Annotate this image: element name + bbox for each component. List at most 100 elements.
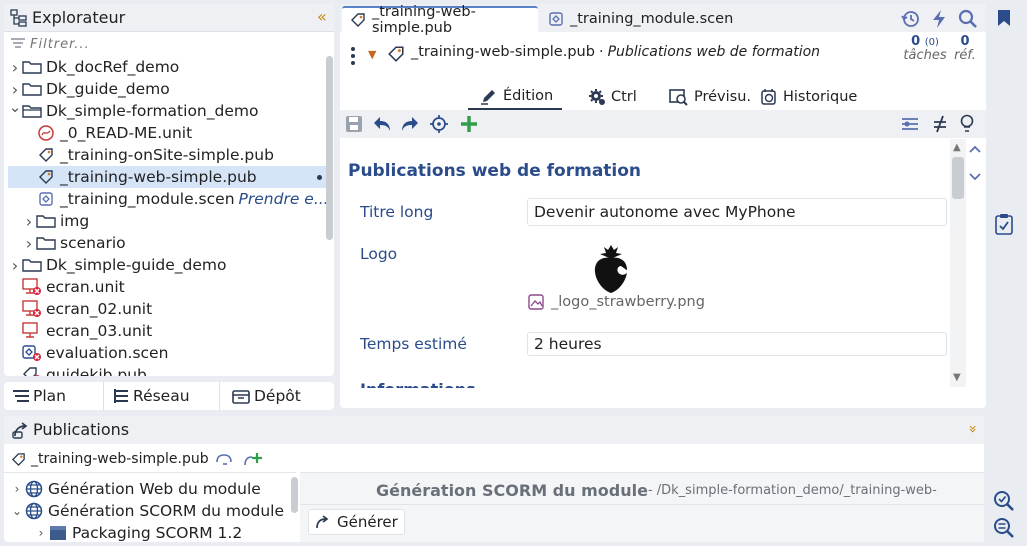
titre-long-input[interactable]: Devenir autonome avec MyPhone (527, 198, 947, 226)
editor-tab-training-web-simple[interactable]: _training-web-simple.pub (342, 4, 538, 36)
tab-plan[interactable]: Plan (4, 382, 104, 410)
explorer-item[interactable]: _training-web-simple.pub (8, 166, 326, 188)
structure-icon[interactable] (901, 116, 919, 132)
unlink-icon[interactable] (215, 452, 233, 466)
explorer-item[interactable]: evaluation.scen (8, 342, 168, 364)
tab-ctrl[interactable]: Ctrl (588, 84, 637, 110)
screen-error-icon (22, 278, 42, 296)
tab-reseau[interactable]: Réseau (104, 382, 220, 410)
expand-caret-icon[interactable]: ▼ (368, 48, 376, 61)
readme-unit-icon (36, 124, 56, 142)
scroll-down-arrow-icon[interactable]: ▼ (953, 372, 961, 383)
explorer-item[interactable]: guidekib.pub (8, 364, 147, 376)
pub-tree-item-packaging[interactable]: › Packaging SCORM 1.2 (34, 522, 243, 544)
add-icon[interactable] (460, 115, 478, 133)
explorer-tree: › Dk_docRef_demo › Dk_guide_demo ⌄ Dk_simple-… (4, 4, 326, 376)
temps-estime-input[interactable]: 2 heures (527, 332, 947, 356)
tab-previsu[interactable]: Prévisu. (668, 84, 751, 110)
undo-icon[interactable] (372, 115, 392, 133)
pub-tree-item-web[interactable]: › Génération Web du module (10, 478, 261, 500)
generate-button[interactable]: Générer (308, 509, 405, 535)
pub-tree-item-scorm[interactable]: ⌄ Génération SCORM du module (10, 500, 284, 522)
editor-tab-label: _training-web-simple.pub (372, 4, 476, 36)
explorer-item[interactable]: _0_READ-ME.unit (8, 122, 192, 144)
expand-chevron-icon[interactable]: › (8, 256, 22, 275)
save-icon[interactable] (345, 115, 363, 133)
tasks-counter[interactable]: 0 (0) tâches (903, 34, 947, 63)
explorer-item-label: _0_READ-ME.unit (60, 124, 193, 142)
editor-scroll-thumb[interactable] (952, 157, 964, 199)
search-icon[interactable] (958, 9, 978, 29)
target-icon[interactable] (430, 115, 448, 133)
explorer-item[interactable]: › img (8, 210, 89, 232)
redo-icon[interactable] (400, 115, 420, 133)
explorer-scrollbar[interactable] (326, 56, 333, 240)
field-label-temps-estime: Temps estimé (360, 335, 467, 353)
expand-chevron-icon[interactable]: › (34, 526, 48, 540)
explorer-item-label: _training-web-simple.pub (60, 168, 257, 186)
tab-edition[interactable]: Édition (468, 84, 562, 110)
explorer-item[interactable]: › Dk_simple-guide_demo (8, 254, 227, 276)
explorer-item-label: Dk_guide_demo (46, 80, 170, 98)
pen-icon (480, 87, 498, 105)
gear-icon (588, 88, 606, 106)
tab-historique[interactable]: Historique (760, 84, 857, 110)
zoom-out-icon[interactable] (993, 517, 1015, 539)
refs-count: 0 (960, 34, 970, 49)
scen-error-icon (22, 344, 42, 362)
explorer-item[interactable]: ecran.unit (8, 276, 125, 298)
pub-icon (36, 168, 56, 186)
modified-dot-icon (317, 175, 322, 180)
publication-tab-label[interactable]: _training-web-simple.pub (31, 451, 209, 467)
editor-item-title: _training-web-simple.pub · Publications … (411, 44, 820, 60)
pub-tree-scrollbar[interactable] (291, 477, 298, 513)
explorer-item-label: _training_module.scen (60, 190, 235, 208)
chevron-up-icon[interactable] (968, 144, 982, 154)
explorer-item[interactable]: _training_module.scen Prendre e... (8, 188, 326, 210)
folder-icon (36, 234, 56, 252)
tab-depot[interactable]: Dépôt (220, 382, 334, 410)
field-label-logo: Logo (360, 245, 398, 263)
explorer-item[interactable]: ⌄ Dk_simple-formation_demo (8, 98, 259, 122)
history-icon[interactable] (900, 9, 920, 29)
expand-chevron-icon[interactable]: ⌄ (10, 504, 24, 518)
pub-tree-label: Packaging SCORM 1.2 (72, 524, 243, 542)
expand-chevron-icon[interactable]: › (10, 482, 24, 496)
explorer-item-label: ecran.unit (46, 278, 125, 296)
editor-filename: _training-web-simple.pub (411, 44, 595, 60)
expand-chevron-icon[interactable]: › (22, 234, 36, 253)
bookmark-icon[interactable] (997, 9, 1011, 27)
add-publication-icon[interactable] (243, 451, 263, 467)
explorer-item[interactable]: ecran_02.unit (8, 298, 152, 320)
explorer-item-label: guidekib.pub (46, 366, 147, 376)
publication-detail: Génération SCORM du module - /Dk_simple-… (300, 472, 984, 542)
expand-chevron-icon[interactable]: › (8, 80, 22, 99)
edit-toolbar (340, 110, 986, 138)
diff-icon[interactable] (932, 114, 948, 134)
strawberry-logo-image[interactable] (592, 244, 630, 296)
scen-icon (548, 11, 564, 27)
expand-chevron-icon[interactable]: › (22, 212, 36, 231)
lightning-icon[interactable] (930, 9, 948, 29)
logo-filename[interactable]: _logo_strawberry.png (551, 294, 705, 310)
explorer-item[interactable]: › Dk_docRef_demo (8, 56, 179, 78)
tasks-count: 0 (911, 34, 921, 49)
chevron-down-icon[interactable] (968, 172, 982, 182)
expand-chevron-icon[interactable]: › (8, 58, 22, 77)
kebab-menu-icon[interactable] (350, 46, 356, 66)
explorer-item[interactable]: › scenario (8, 232, 126, 254)
scroll-up-arrow-icon[interactable]: ▲ (953, 142, 961, 153)
zoom-in-icon[interactable] (993, 490, 1015, 512)
editor-scrollbar[interactable]: ▲ ▼ (950, 139, 966, 387)
explorer-item[interactable]: › Dk_guide_demo (8, 78, 170, 100)
explorer-item-label: ecran_02.unit (46, 300, 153, 318)
clipboard-check-icon[interactable] (994, 213, 1014, 235)
collapse-publications-button[interactable]: » (964, 425, 980, 434)
explorer-item-label: ecran_03.unit (46, 322, 153, 340)
expand-chevron-icon[interactable]: ⌄ (8, 98, 22, 116)
explorer-item[interactable]: ecran_03.unit (8, 320, 152, 342)
editor-tab-training-module[interactable]: _training_module.scen (540, 6, 741, 32)
explorer-item[interactable]: _training-onSite-simple.pub (8, 144, 274, 166)
refs-counter[interactable]: 0 réf. (951, 34, 979, 63)
lightbulb-icon[interactable] (959, 114, 975, 134)
